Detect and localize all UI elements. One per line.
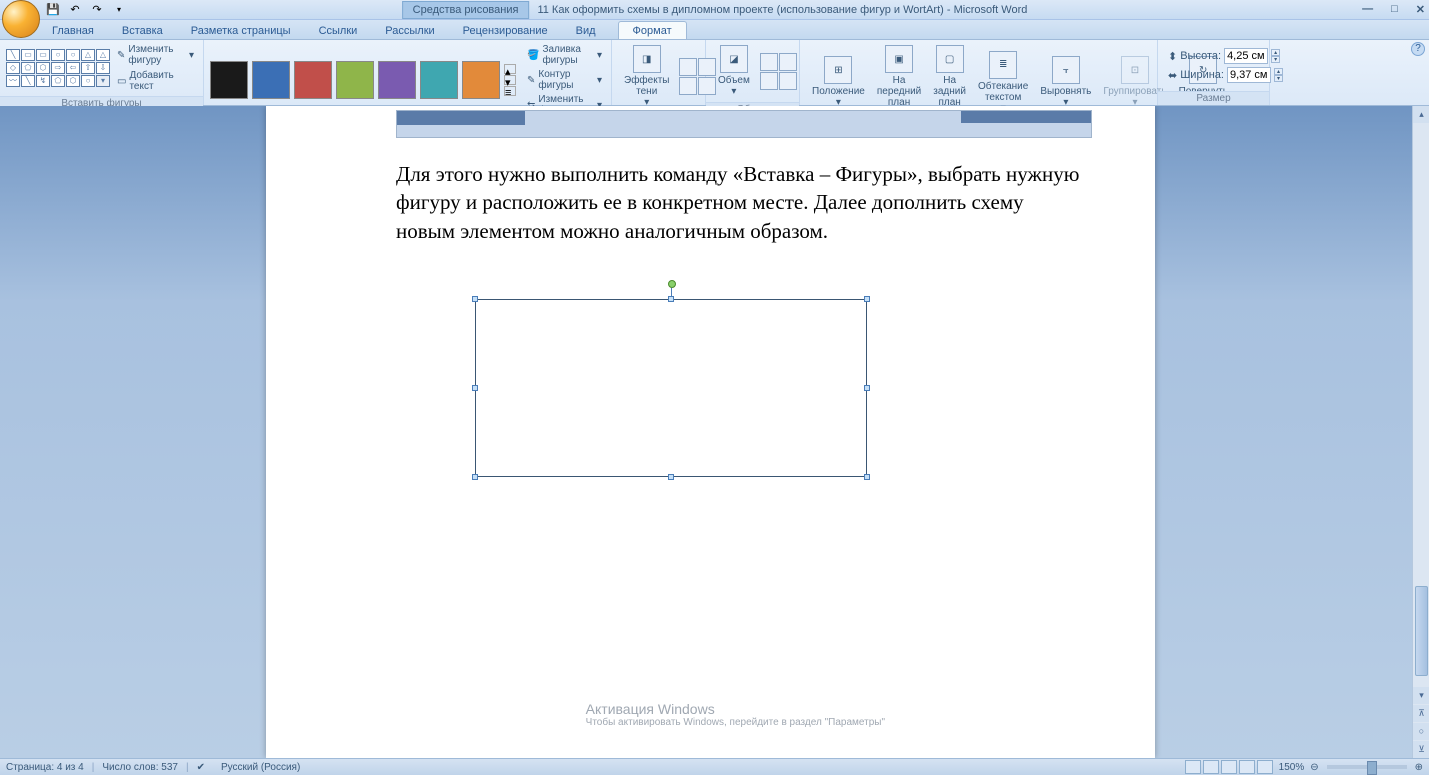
handle-s[interactable] [668, 474, 674, 480]
scroll-up-icon[interactable]: ▴ [1413, 106, 1429, 123]
height-label: Высота: [1180, 50, 1221, 62]
tab-layout[interactable]: Разметка страницы [177, 22, 305, 39]
view-full-screen[interactable] [1203, 760, 1219, 774]
shadow-effects-button[interactable]: ◨ Эффекты тени ▾ [618, 43, 675, 110]
titlebar: 💾 ↶ ↷ ▾ Средства рисования 11 Как оформи… [0, 0, 1429, 20]
height-input[interactable] [1224, 48, 1268, 64]
close-button[interactable]: ✕ [1416, 3, 1425, 16]
front-icon: ▣ [885, 45, 913, 73]
ribbon-tabs: Главная Вставка Разметка страницы Ссылки… [0, 20, 1429, 40]
undo-icon[interactable]: ↶ [66, 1, 84, 19]
statusbar: Страница: 4 из 4 | Число слов: 537 | ✔ Р… [0, 758, 1429, 775]
handle-w[interactable] [472, 385, 478, 391]
help-icon[interactable]: ? [1411, 42, 1425, 56]
swatch-red[interactable] [294, 61, 332, 99]
scroll-down-icon[interactable]: ▾ [1413, 687, 1429, 704]
cube-icon: ◪ [720, 45, 748, 73]
style-more-icon[interactable]: ▴▾≡ [504, 61, 516, 99]
style-swatches[interactable]: ▴▾≡ [210, 61, 516, 99]
maximize-button[interactable]: □ [1391, 3, 1398, 16]
view-outline[interactable] [1239, 760, 1255, 774]
context-tab-label: Средства рисования [402, 1, 530, 19]
proofing-icon[interactable]: ✔ [197, 762, 205, 773]
swatch-orange[interactable] [462, 61, 500, 99]
tab-format[interactable]: Формат [618, 21, 687, 39]
position-icon: ⊞ [824, 56, 852, 84]
swatch-green[interactable] [336, 61, 374, 99]
align-icon: ⫟ [1052, 56, 1080, 84]
browse-object-icon[interactable]: ○ [1413, 723, 1429, 740]
document-area: Для этого нужно выполнить команду «Встав… [0, 106, 1429, 758]
shape-outline-button[interactable]: ✎ Контур фигуры ▾ [524, 68, 605, 92]
zoom-out-icon[interactable]: ⊖ [1310, 762, 1318, 773]
handle-n[interactable] [668, 296, 674, 302]
wrap-icon: ≣ [989, 51, 1017, 79]
language-indicator[interactable]: Русский (Россия) [221, 762, 300, 773]
handle-sw[interactable] [472, 474, 478, 480]
swatch-blue[interactable] [252, 61, 290, 99]
prev-page-icon[interactable]: ⊼ [1413, 705, 1429, 722]
handle-se[interactable] [864, 474, 870, 480]
word-count[interactable]: Число слов: 537 [102, 762, 178, 773]
handle-e[interactable] [864, 385, 870, 391]
save-icon[interactable]: 💾 [44, 1, 62, 19]
office-button[interactable] [2, 0, 40, 38]
back-icon: ▢ [936, 45, 964, 73]
swatch-purple[interactable] [378, 61, 416, 99]
tab-view[interactable]: Вид [562, 22, 610, 39]
3d-effects-button[interactable]: ◪ Объем ▾ [712, 43, 756, 99]
3d-tilt[interactable] [760, 53, 797, 90]
handle-nw[interactable] [472, 296, 478, 302]
tab-references[interactable]: Ссылки [305, 22, 372, 39]
handle-ne[interactable] [864, 296, 870, 302]
tab-review[interactable]: Рецензирование [449, 22, 562, 39]
rotation-handle[interactable] [668, 280, 676, 288]
zoom-level[interactable]: 150% [1279, 762, 1305, 773]
vertical-scrollbar[interactable]: ▴ ▾ ⊼ ○ ⊻ [1412, 106, 1429, 758]
ribbon: ? ╲▭▭○○△△ ◇⬠⬡⇨⇦⇧⇩ 〰╲↯⬠⬡○▾ ✎ Изменить фиг… [0, 40, 1429, 106]
activation-watermark: Активация Windows Чтобы активировать Win… [586, 701, 885, 728]
page-indicator[interactable]: Страница: 4 из 4 [6, 762, 84, 773]
group-icon: ⊡ [1121, 56, 1149, 84]
tab-mailings[interactable]: Рассылки [371, 22, 448, 39]
qat-more-icon[interactable]: ▾ [110, 1, 128, 19]
page[interactable]: Для этого нужно выполнить команду «Встав… [266, 106, 1155, 758]
tab-insert[interactable]: Вставка [108, 22, 177, 39]
height-spinner[interactable]: ▴▾ [1271, 49, 1280, 63]
swatch-black[interactable] [210, 61, 248, 99]
paragraph-text: Для этого нужно выполнить команду «Встав… [396, 160, 1086, 245]
scroll-thumb[interactable] [1415, 586, 1428, 676]
zoom-slider[interactable] [1327, 765, 1407, 769]
redo-icon[interactable]: ↷ [88, 1, 106, 19]
view-draft[interactable] [1257, 760, 1273, 774]
rectangle-shape[interactable] [475, 299, 867, 477]
view-web[interactable] [1221, 760, 1237, 774]
minimize-button[interactable]: — [1362, 3, 1373, 16]
swatch-teal[interactable] [420, 61, 458, 99]
view-print-layout[interactable] [1185, 760, 1201, 774]
tab-home[interactable]: Главная [38, 22, 108, 39]
shapes-gallery[interactable]: ╲▭▭○○△△ ◇⬠⬡⇨⇦⇧⇩ 〰╲↯⬠⬡○▾ [6, 49, 110, 87]
selected-shape[interactable] [471, 286, 871, 481]
shape-fill-button[interactable]: 🪣 Заливка фигуры ▾ [524, 43, 605, 67]
add-text-button[interactable]: ▭ Добавить текст [114, 69, 197, 93]
position-button[interactable]: ⊞Положение ▾ [806, 54, 871, 110]
embedded-screenshot [396, 110, 1092, 138]
shadow-icon: ◨ [633, 45, 661, 73]
document-title: 11 Как оформить схемы в дипломном проект… [537, 4, 1027, 16]
align-button[interactable]: ⫟Выровнять ▾ [1034, 54, 1097, 110]
zoom-in-icon[interactable]: ⊕ [1415, 762, 1423, 773]
next-page-icon[interactable]: ⊻ [1413, 741, 1429, 758]
width-spinner[interactable]: ▴▾ [1274, 68, 1283, 82]
width-label: Ширина: [1180, 69, 1224, 81]
width-input[interactable] [1227, 67, 1271, 83]
group-size: Размер [1158, 91, 1269, 105]
edit-shape-button[interactable]: ✎ Изменить фигуру ▾ [114, 43, 197, 67]
quick-access-toolbar: 💾 ↶ ↷ ▾ [44, 1, 128, 19]
